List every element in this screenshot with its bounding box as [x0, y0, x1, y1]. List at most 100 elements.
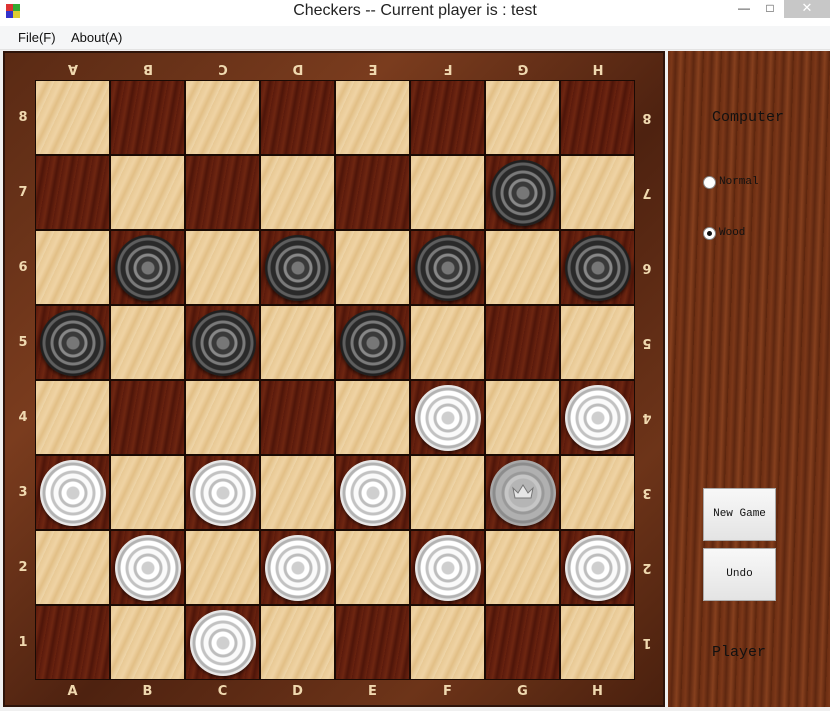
rank-label-right: 4 [642, 409, 652, 425]
crown-icon [512, 484, 534, 499]
square-e6[interactable] [335, 230, 410, 305]
piece-white-h2[interactable] [565, 535, 631, 601]
file-label-bottom: A [67, 684, 78, 699]
square-a2[interactable] [35, 530, 110, 605]
square-f1[interactable] [410, 605, 485, 680]
piece-white-b2[interactable] [115, 535, 181, 601]
square-f7[interactable] [410, 155, 485, 230]
square-e4[interactable] [335, 380, 410, 455]
piece-black-f6[interactable] [415, 235, 481, 301]
square-c8[interactable] [185, 80, 260, 155]
square-c7[interactable] [185, 155, 260, 230]
minimize-button[interactable]: — [732, 0, 756, 18]
radio-button-normal[interactable] [703, 176, 716, 189]
square-a8[interactable] [35, 80, 110, 155]
computer-label: Computer [712, 109, 785, 126]
square-g6[interactable] [485, 230, 560, 305]
square-d5[interactable] [260, 305, 335, 380]
rank-label-left: 1 [18, 634, 28, 650]
piece-black-c5[interactable] [190, 310, 256, 376]
file-label-bottom: H [592, 684, 603, 699]
title-bar: Checkers -- Current player is : test — □… [0, 0, 830, 26]
piece-white-c1[interactable] [190, 610, 256, 676]
file-label-top: F [443, 61, 452, 76]
menu-about[interactable]: About(A) [71, 30, 122, 45]
square-f3[interactable] [410, 455, 485, 530]
player-label: Player [712, 644, 767, 661]
window-title: Checkers -- Current player is : test [293, 2, 537, 19]
piece-black-d6[interactable] [265, 235, 331, 301]
side-panel [668, 51, 830, 707]
menu-bar: File(F) About(A) [0, 26, 830, 50]
piece-white-d2[interactable] [265, 535, 331, 601]
square-e8[interactable] [335, 80, 410, 155]
piece-black-g7[interactable] [490, 160, 556, 226]
file-label-top: B [142, 61, 153, 76]
file-label-top: H [592, 61, 603, 76]
file-label-top: C [217, 61, 228, 76]
square-e7[interactable] [335, 155, 410, 230]
square-h3[interactable] [560, 455, 635, 530]
rank-label-left: 4 [18, 409, 28, 425]
undo-button[interactable]: Undo [703, 548, 776, 601]
radio-label-normal: Normal [719, 176, 759, 188]
square-h5[interactable] [560, 305, 635, 380]
rank-label-right: 8 [642, 109, 652, 125]
square-a6[interactable] [35, 230, 110, 305]
maximize-button[interactable]: □ [758, 0, 782, 18]
square-e1[interactable] [335, 605, 410, 680]
square-d4[interactable] [260, 380, 335, 455]
square-h1[interactable] [560, 605, 635, 680]
square-a7[interactable] [35, 155, 110, 230]
square-g2[interactable] [485, 530, 560, 605]
square-d8[interactable] [260, 80, 335, 155]
piece-white-a3[interactable] [40, 460, 106, 526]
piece-black-b6[interactable] [115, 235, 181, 301]
square-c2[interactable] [185, 530, 260, 605]
square-b7[interactable] [110, 155, 185, 230]
file-label-top: G [517, 61, 528, 76]
square-b8[interactable] [110, 80, 185, 155]
square-g4[interactable] [485, 380, 560, 455]
square-d3[interactable] [260, 455, 335, 530]
square-b3[interactable] [110, 455, 185, 530]
file-label-bottom: E [368, 684, 377, 699]
rank-label-right: 1 [642, 634, 652, 650]
rank-label-left: 5 [18, 334, 28, 350]
king-piece-white-g3[interactable] [490, 460, 556, 526]
piece-black-e5[interactable] [340, 310, 406, 376]
square-g1[interactable] [485, 605, 560, 680]
square-d1[interactable] [260, 605, 335, 680]
piece-white-h4[interactable] [565, 385, 631, 451]
square-c6[interactable] [185, 230, 260, 305]
piece-white-e3[interactable] [340, 460, 406, 526]
radio-button-wood[interactable] [703, 227, 716, 240]
piece-black-a5[interactable] [40, 310, 106, 376]
square-g8[interactable] [485, 80, 560, 155]
menu-file[interactable]: File(F) [18, 30, 56, 45]
square-e2[interactable] [335, 530, 410, 605]
square-b1[interactable] [110, 605, 185, 680]
square-h8[interactable] [560, 80, 635, 155]
piece-white-c3[interactable] [190, 460, 256, 526]
square-d7[interactable] [260, 155, 335, 230]
square-c4[interactable] [185, 380, 260, 455]
square-f8[interactable] [410, 80, 485, 155]
square-a4[interactable] [35, 380, 110, 455]
rank-label-left: 8 [18, 109, 28, 125]
piece-white-f4[interactable] [415, 385, 481, 451]
square-h7[interactable] [560, 155, 635, 230]
file-label-top: D [292, 61, 303, 76]
square-a1[interactable] [35, 605, 110, 680]
close-button[interactable]: ✕ [784, 0, 830, 18]
piece-black-h6[interactable] [565, 235, 631, 301]
square-g5[interactable] [485, 305, 560, 380]
rank-label-right: 7 [642, 184, 652, 200]
piece-white-f2[interactable] [415, 535, 481, 601]
new-game-button[interactable]: New Game [703, 488, 776, 541]
file-label-bottom: G [517, 684, 528, 699]
square-f5[interactable] [410, 305, 485, 380]
square-b4[interactable] [110, 380, 185, 455]
square-b5[interactable] [110, 305, 185, 380]
rank-label-right: 5 [642, 334, 652, 350]
